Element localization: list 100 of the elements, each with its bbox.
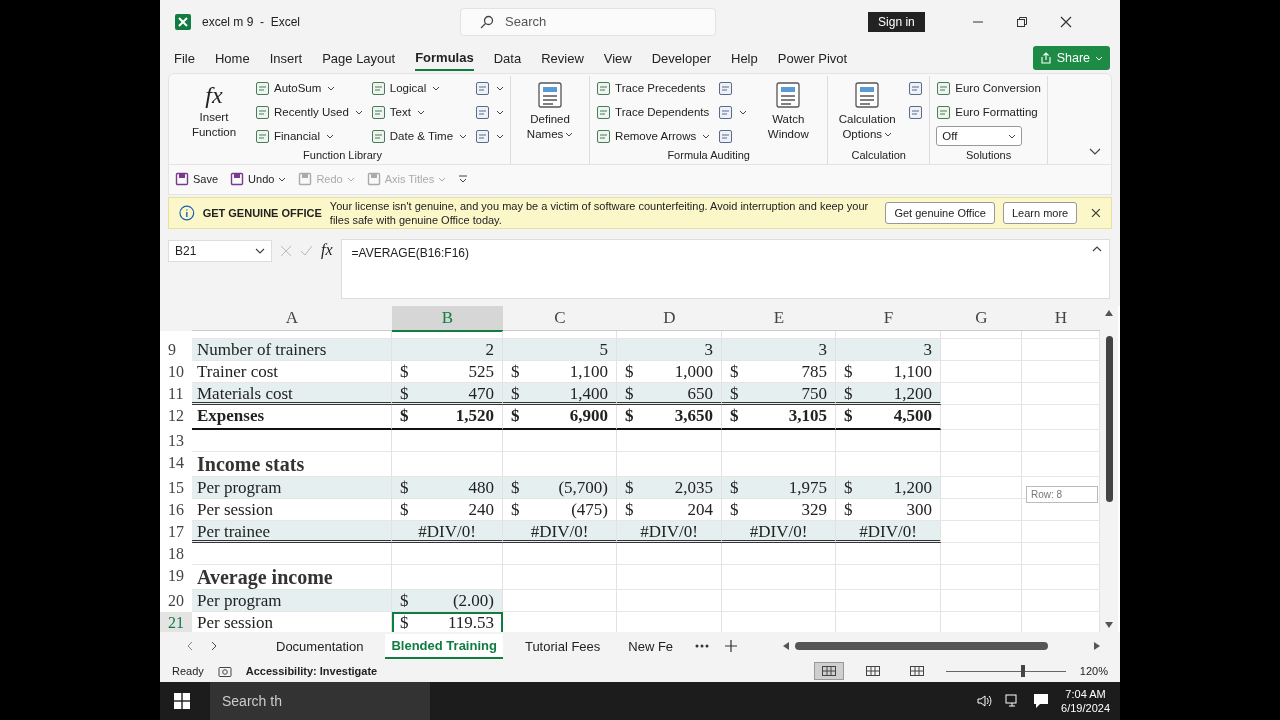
ribbon-tab[interactable]: Developer [651, 46, 711, 70]
ribbon-button[interactable]: Remove Arrows [596, 124, 711, 149]
scroll-up-icon[interactable] [1105, 310, 1113, 317]
table-cell: $ 750 [722, 383, 836, 406]
column-header[interactable]: D [617, 306, 722, 333]
speaker-icon[interactable] [977, 694, 994, 708]
sign-in-button[interactable]: Sign in [868, 11, 925, 32]
accessibility-status[interactable]: Accessibility: Investigate [245, 665, 378, 678]
close-icon[interactable] [1091, 208, 1101, 219]
sheet-tab[interactable]: Tutorial Fees [518, 634, 607, 658]
caret-icon [1008, 132, 1017, 141]
ribbon-tab[interactable]: Data [493, 46, 522, 70]
share-button[interactable]: Share [1032, 46, 1110, 71]
insert-function-button[interactable]: fx [321, 241, 333, 259]
ribbon-tab[interactable]: View [603, 46, 632, 70]
table-cell: Materials cost [192, 383, 392, 406]
table-cell: Per program [192, 477, 392, 500]
table-cell: $ (5,700) [503, 477, 617, 500]
ribbon-button[interactable]: Financial [255, 124, 363, 149]
clock-date: 6/19/2024 [1061, 701, 1110, 715]
document-icon [255, 80, 270, 96]
table-cell: #DIV/0! [722, 521, 836, 544]
row-header[interactable]: 21 [160, 612, 192, 633]
caret-icon [496, 108, 505, 117]
check-icon[interactable] [300, 245, 313, 257]
ribbon-tab[interactable]: Page Layout [322, 46, 396, 70]
chevron-icon[interactable] [1089, 147, 1101, 156]
horizontal-scrollbar[interactable] [783, 642, 1100, 651]
ribbon-tab[interactable]: Review [541, 46, 584, 70]
grid-icon [865, 666, 880, 677]
column-header[interactable]: G [941, 306, 1022, 333]
close-icon[interactable] [1059, 15, 1072, 28]
previous-sheet-icon[interactable] [186, 641, 194, 652]
name-box[interactable]: B21 [168, 240, 272, 262]
taskbar-search-field[interactable]: Search th [210, 682, 430, 720]
document-icon [596, 80, 612, 96]
windows-start-icon[interactable] [174, 693, 190, 709]
chevron-icon[interactable] [1092, 245, 1102, 252]
sheet-tab[interactable]: New Fe [622, 634, 680, 658]
ribbon-tab[interactable]: Insert [269, 46, 303, 70]
view-button[interactable] [813, 662, 844, 681]
banner-button[interactable]: Get genuine Office [885, 202, 995, 225]
ribbon-button[interactable]: Defined Names [517, 76, 584, 143]
customize-icon[interactable] [458, 174, 469, 185]
document-icon [718, 128, 734, 144]
ribbon-button[interactable]: Logical [370, 76, 468, 101]
column-header[interactable]: C [503, 306, 617, 333]
column-header[interactable]: H [1022, 306, 1100, 333]
message-icon[interactable] [1033, 693, 1050, 709]
camera-icon[interactable] [217, 665, 232, 678]
ribbon-tab[interactable]: Home [214, 46, 250, 70]
column-header[interactable]: B [392, 306, 503, 333]
toolbar-button[interactable]: Undo [230, 172, 287, 187]
search-field[interactable]: Search [460, 7, 717, 36]
toolbar-button[interactable]: Save [175, 172, 219, 187]
scroll-thumb[interactable] [795, 642, 1048, 651]
ribbon-tab[interactable]: File [174, 46, 195, 70]
table-cell: $ 6,900 [503, 405, 617, 431]
scroll-down-icon[interactable] [1105, 622, 1113, 629]
sheet-tab[interactable]: Documentation [270, 634, 370, 658]
ribbon-button[interactable]: Euro Formatting [936, 100, 1041, 125]
caret-icon [459, 132, 468, 141]
ribbon-button[interactable]: Trace Dependents [596, 100, 711, 125]
dropdown-field[interactable]: Off [936, 126, 1023, 147]
scroll-right-icon[interactable] [1094, 642, 1100, 651]
ribbon-button[interactable]: AutoSum [255, 76, 363, 101]
ribbon-tab[interactable]: Help [731, 46, 758, 70]
scroll-left-icon[interactable] [783, 642, 790, 651]
column-header[interactable]: F [836, 306, 941, 333]
ribbon-button[interactable]: Date & Time [370, 124, 468, 149]
sheet-tab[interactable]: Blended Training [385, 633, 503, 659]
group-label: Solutions [965, 148, 1012, 163]
share-icon [1039, 52, 1052, 65]
column-header[interactable]: E [722, 306, 836, 333]
restore-icon[interactable] [1015, 15, 1028, 28]
ribbon-button[interactable]: Watch Window [755, 76, 822, 143]
ribbon-button[interactable]: Trace Precedents [596, 76, 711, 101]
table-cell: #DIV/0! [392, 521, 503, 544]
banner-button[interactable]: Learn more [1002, 202, 1078, 225]
caret-icon [702, 132, 711, 141]
ribbon-tab[interactable]: Formulas [415, 45, 474, 71]
next-sheet-icon[interactable] [210, 641, 218, 652]
search-icon [480, 14, 495, 29]
banner-title: GET GENUINE OFFICE [202, 207, 322, 220]
table-cell: #DIV/0! [617, 521, 722, 544]
scroll-thumb[interactable] [1105, 336, 1113, 503]
ribbon-button[interactable]: Text [370, 100, 468, 125]
ribbon-tab[interactable]: Power Pivot [777, 46, 848, 70]
ribbon-button[interactable]: Euro Conversion [936, 76, 1041, 101]
column-header[interactable]: A [192, 306, 392, 333]
caret-icon [327, 84, 336, 93]
add-sheet-icon[interactable] [725, 640, 738, 653]
ribbon-button[interactable]: Recently Used [255, 100, 363, 125]
caret-icon [1095, 54, 1103, 63]
table-cell: $ 2,035 [617, 477, 722, 500]
ribbon-button[interactable]: Calculation Options [834, 76, 901, 143]
more-icon[interactable] [695, 644, 710, 649]
formula-field[interactable]: =AVERAGE(B16:F16) [340, 239, 1110, 299]
document-icon [230, 172, 245, 187]
ribbon-button[interactable]: fx Insert Function [181, 76, 247, 141]
